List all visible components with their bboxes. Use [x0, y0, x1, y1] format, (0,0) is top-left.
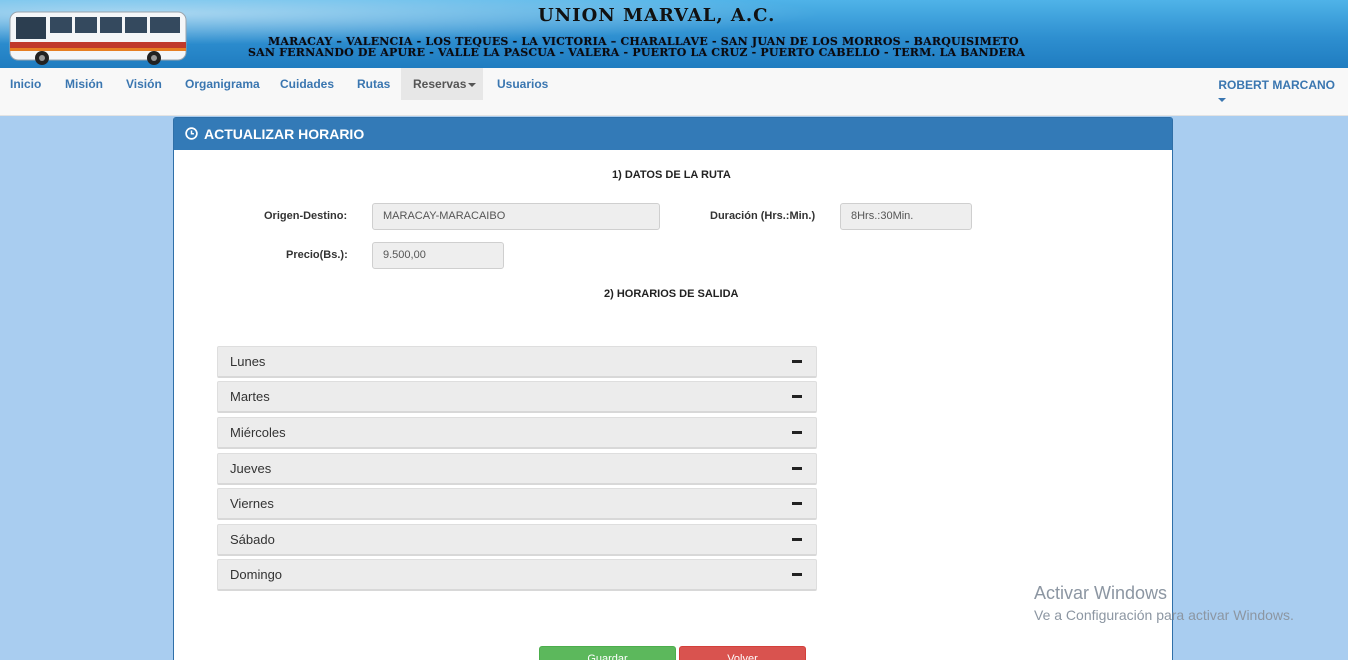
nav-inicio[interactable]: Inicio: [0, 68, 53, 100]
duration-label: Duración (Hrs.:Min.): [710, 210, 816, 222]
day-label: Jueves: [230, 461, 272, 476]
minus-icon[interactable]: [792, 467, 802, 470]
day-label: Lunes: [230, 354, 266, 369]
nav-vision[interactable]: Visión: [114, 68, 174, 100]
minus-icon[interactable]: [792, 395, 802, 398]
panel-title: ACTUALIZAR HORARIO: [204, 126, 365, 142]
main-navbar: Inicio Misión Visión Organigrama Cuidade…: [0, 68, 1348, 116]
caret-down-icon: [468, 82, 477, 87]
nav-organigrama[interactable]: Organigrama: [173, 68, 272, 100]
accordion-day-lunes[interactable]: Lunes: [217, 346, 817, 378]
routes-line-2: SAN FERNANDO DE APURE - VALLE LA PASCUA …: [248, 46, 1026, 59]
accordion-day-domingo[interactable]: Domingo: [217, 559, 817, 591]
save-button[interactable]: Guardar: [539, 646, 676, 660]
company-title: UNION MARVAL, A.C.: [538, 5, 776, 26]
section-departure-times-title: 2) HORARIOS DE SALIDA: [604, 288, 739, 300]
accordion-day-martes[interactable]: Martes: [217, 381, 817, 413]
price-label: Precio(Bs.):: [286, 249, 348, 261]
bus-logo-image: [9, 11, 187, 65]
nav-usuarios[interactable]: Usuarios: [485, 68, 560, 100]
windows-activation-subtitle: Ve a Configuración para activar Windows.: [1034, 607, 1294, 623]
caret-down-icon: [1218, 98, 1227, 102]
panel-header: ACTUALIZAR HORARIO: [174, 118, 1172, 150]
update-schedule-panel: ACTUALIZAR HORARIO 1) DATOS DE LA RUTA O…: [173, 117, 1173, 660]
back-button[interactable]: Volver: [679, 646, 806, 660]
accordion-day-miercoles[interactable]: Miércoles: [217, 417, 817, 449]
day-label: Miércoles: [230, 425, 286, 440]
clock-icon: [185, 127, 198, 140]
minus-icon[interactable]: [792, 538, 802, 541]
duration-field[interactable]: 8Hrs.:30Min.: [840, 203, 972, 230]
price-field[interactable]: 9.500,00: [372, 242, 504, 269]
windows-activation-title: Activar Windows: [1034, 583, 1168, 603]
nav-mision[interactable]: Misión: [53, 68, 115, 100]
origin-destination-label: Origen-Destino:: [264, 210, 348, 222]
accordion-day-viernes[interactable]: Viernes: [217, 488, 817, 520]
section-route-data-title: 1) DATOS DE LA RUTA: [612, 169, 731, 181]
minus-icon[interactable]: [792, 360, 802, 363]
accordion-day-jueves[interactable]: Jueves: [217, 453, 817, 485]
accordion-day-sabado[interactable]: Sábado: [217, 524, 817, 556]
user-menu-dropdown[interactable]: ROBERT MARCANO: [1218, 78, 1335, 102]
nav-reservas-dropdown[interactable]: Reservas: [401, 68, 483, 100]
origin-destination-field[interactable]: MARACAY-MARACAIBO: [372, 203, 660, 230]
nav-rutas[interactable]: Rutas: [345, 68, 402, 100]
minus-icon[interactable]: [792, 502, 802, 505]
day-label: Domingo: [230, 567, 283, 582]
day-label: Viernes: [230, 496, 274, 511]
nav-reservas-label: Reservas: [413, 77, 467, 91]
minus-icon[interactable]: [792, 431, 802, 434]
minus-icon[interactable]: [792, 573, 802, 576]
header-banner: UNION MARVAL, A.C. MARACAY – VALENCIA - …: [0, 0, 1348, 68]
nav-cuidades[interactable]: Cuidades: [268, 68, 346, 100]
day-label: Martes: [230, 389, 270, 404]
day-label: Sábado: [230, 532, 275, 547]
user-name: ROBERT MARCANO: [1218, 78, 1335, 92]
